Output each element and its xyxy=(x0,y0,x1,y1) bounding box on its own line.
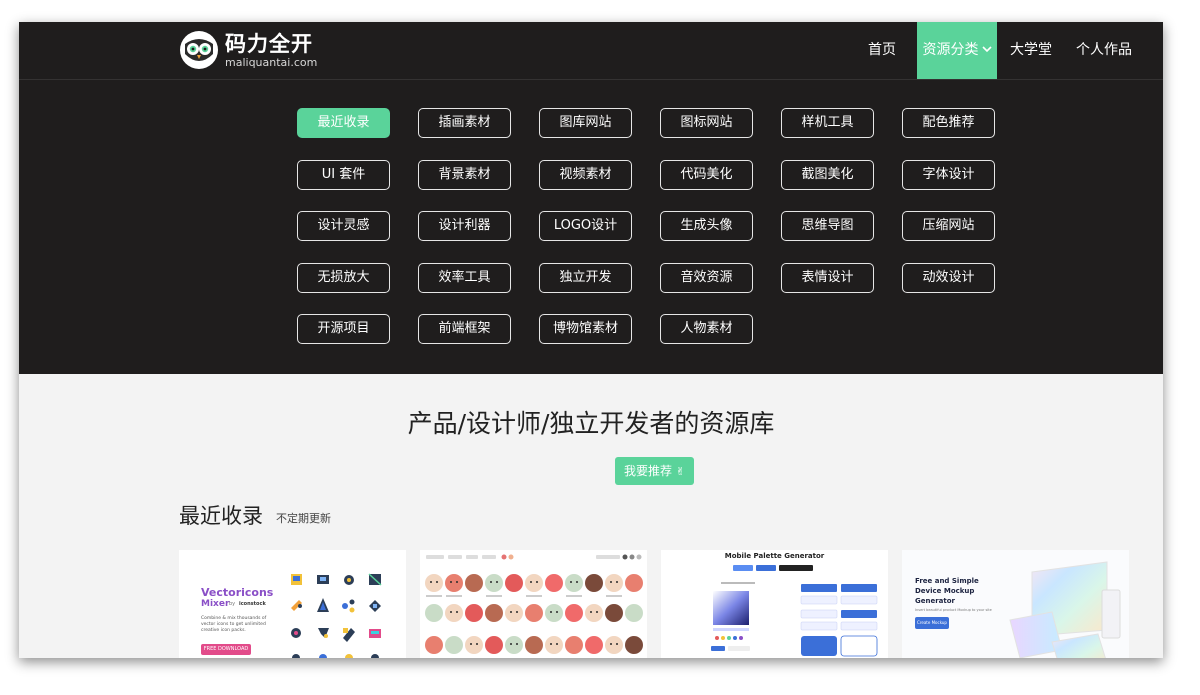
category-sound-effects[interactable]: 音效资源 xyxy=(660,263,753,293)
icon-grid-preview xyxy=(291,573,382,658)
category-compression[interactable]: 压缩网站 xyxy=(902,211,995,241)
category-motion-design[interactable]: 动效设计 xyxy=(902,263,995,293)
card-mockup-title-1: Free and Simple xyxy=(915,577,979,585)
nav-resource-categories[interactable]: 资源分类 xyxy=(917,22,997,79)
category-ui-kits[interactable]: UI 套件 xyxy=(297,160,390,190)
card-by-label: by xyxy=(229,601,236,607)
nav-academy[interactable]: 大学堂 xyxy=(1008,22,1054,79)
category-logo-design[interactable]: LOGO设计 xyxy=(539,211,632,241)
category-upscale[interactable]: 无损放大 xyxy=(297,263,390,293)
resource-card-avatars[interactable] xyxy=(420,550,647,658)
category-font-design[interactable]: 字体设计 xyxy=(902,160,995,190)
top-navigation-bar: 码力全开 maliquantai.com 首页 资源分类 大学堂 个人作品 xyxy=(19,22,1163,80)
card-download-button: FREE DOWNLOAD xyxy=(201,644,251,655)
category-inspiration[interactable]: 设计灵感 xyxy=(297,211,390,241)
category-emoji-design[interactable]: 表情设计 xyxy=(781,263,874,293)
card-mockup-title-3: Generator xyxy=(915,597,956,605)
category-frontend-frameworks[interactable]: 前端框架 xyxy=(418,314,511,344)
palette-preview xyxy=(711,565,878,657)
card-mockup-title-2: Device Mockup xyxy=(915,587,975,595)
card-desc-1: Combine & mix thousands of xyxy=(201,616,267,621)
card-brand: iconstock xyxy=(239,601,266,607)
resource-card-mockup[interactable]: Free and Simple Device Mockup Generator … xyxy=(902,550,1129,658)
card-desc-3: creative icon packs. xyxy=(201,628,246,633)
logo-text-cn: 码力全开 xyxy=(225,32,313,56)
nav-academy-label: 大学堂 xyxy=(1010,42,1052,58)
recommend-button-label: 我要推荐 xyxy=(623,464,672,478)
site-logo[interactable]: 码力全开 maliquantai.com xyxy=(179,30,319,72)
category-icon-sites[interactable]: 图标网站 xyxy=(660,108,753,138)
category-museum-assets[interactable]: 博物馆素材 xyxy=(539,314,632,344)
category-avatar-generator[interactable]: 生成头像 xyxy=(660,211,753,241)
card-mockup-cta: Create Mockup xyxy=(915,617,949,629)
section-subtitle: 不定期更新 xyxy=(276,512,331,525)
category-design-tools[interactable]: 设计利器 xyxy=(418,211,511,241)
category-mind-maps[interactable]: 思维导图 xyxy=(781,211,874,241)
category-video[interactable]: 视频素材 xyxy=(539,160,632,190)
category-screenshot-beautify[interactable]: 截图美化 xyxy=(781,160,874,190)
category-character-assets[interactable]: 人物素材 xyxy=(660,314,753,344)
category-illustration[interactable]: 插画素材 xyxy=(418,108,511,138)
category-open-source[interactable]: 开源项目 xyxy=(297,314,390,344)
hand-emoji-icon: ✌ xyxy=(675,465,686,478)
card-desc-2: vector icons to get unlimited xyxy=(201,622,266,627)
resource-card-palette[interactable]: Mobile Palette Generator xyxy=(661,550,888,658)
owl-logo-icon xyxy=(180,31,218,69)
category-recent[interactable]: 最近收录 xyxy=(297,108,390,138)
category-code-beautify[interactable]: 代码美化 xyxy=(660,160,753,190)
section-title: 最近收录 xyxy=(179,504,263,528)
card-palette-title: Mobile Palette Generator xyxy=(724,552,825,560)
category-dropdown-panel: 最近收录 插画素材 图库网站 图标网站 样机工具 配色推荐 UI 套件 背景素材… xyxy=(19,80,1163,374)
resource-card-vectoricons[interactable]: Vectoricons Mixer by iconstock Combine &… xyxy=(179,550,406,658)
card-title-line1: Vectoricons xyxy=(201,586,274,599)
category-stock-photos[interactable]: 图库网站 xyxy=(539,108,632,138)
category-mockup-tools[interactable]: 样机工具 xyxy=(781,108,874,138)
nav-portfolio[interactable]: 个人作品 xyxy=(1074,22,1134,79)
nav-resource-categories-label: 资源分类 xyxy=(922,42,979,58)
nav-home-label: 首页 xyxy=(868,42,896,58)
nav-home[interactable]: 首页 xyxy=(860,22,904,79)
avatar-grid-preview xyxy=(425,554,643,654)
card-mockup-subtitle: Insert beautiful product Mockup to your … xyxy=(915,608,992,612)
category-indie-dev[interactable]: 独立开发 xyxy=(539,263,632,293)
logo-text-domain: maliquantai.com xyxy=(225,56,318,69)
category-backgrounds[interactable]: 背景素材 xyxy=(418,160,511,190)
recommend-button[interactable]: 我要推荐 ✌ xyxy=(615,457,694,485)
nav-portfolio-label: 个人作品 xyxy=(1076,42,1132,58)
category-color-palettes[interactable]: 配色推荐 xyxy=(902,108,995,138)
card-title-line2: Mixer xyxy=(201,599,230,609)
category-productivity[interactable]: 效率工具 xyxy=(418,263,511,293)
browser-viewport: 码力全开 maliquantai.com 首页 资源分类 大学堂 个人作品 最近… xyxy=(19,22,1163,658)
hero-title: 产品/设计师/独立开发者的资源库 xyxy=(407,409,775,438)
chevron-down-icon xyxy=(981,45,992,52)
